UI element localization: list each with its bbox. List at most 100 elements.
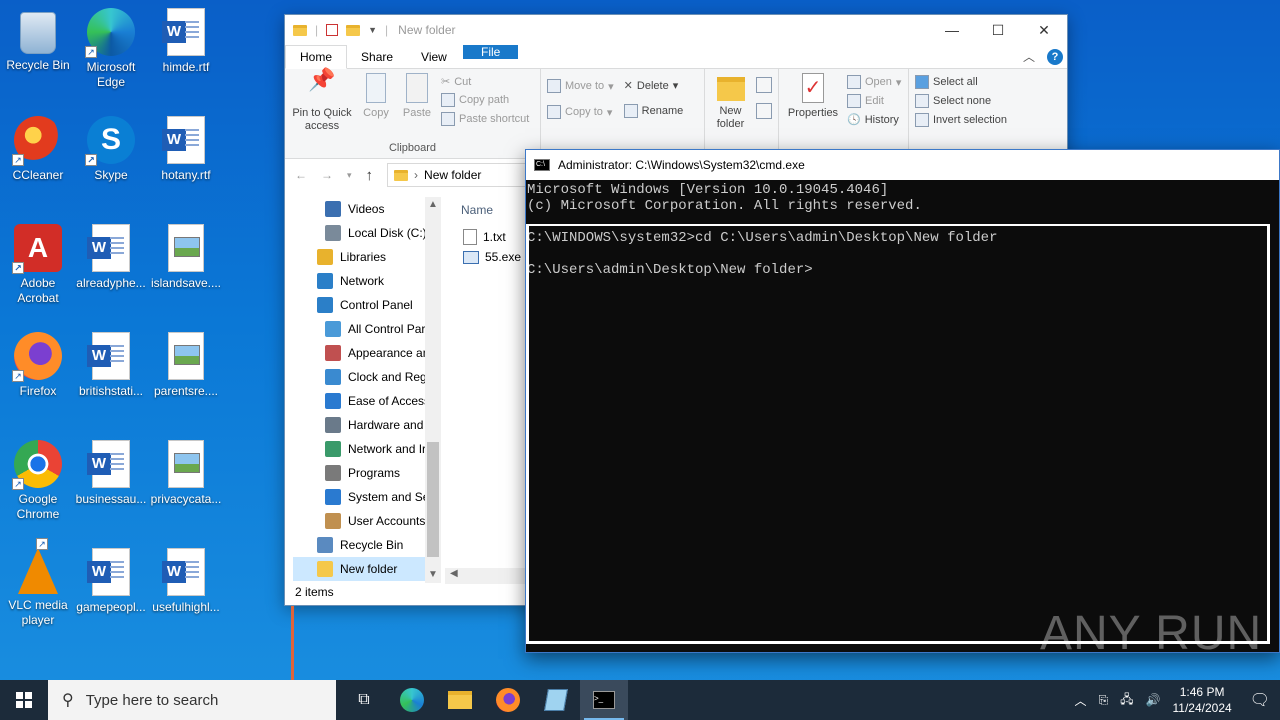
nav-scrollbar[interactable]: ▲ ▼ — [425, 197, 441, 583]
tab-view[interactable]: View — [407, 45, 461, 68]
invert-selection-button[interactable]: Invert selection — [915, 113, 1023, 127]
task-view-button[interactable]: ⧉ — [340, 680, 388, 720]
breadcrumb-chevron-icon[interactable]: › — [414, 168, 418, 182]
cmd-window[interactable]: C:\ Administrator: C:\Windows\System32\c… — [525, 149, 1280, 653]
nav-item[interactable]: All Control Par — [293, 317, 441, 341]
nav-item[interactable]: Network — [293, 269, 441, 293]
new-folder-qat-icon[interactable] — [346, 24, 361, 36]
pin-quick-access-button[interactable]: 📌 Pin to Quick access — [291, 69, 353, 142]
select-none-button[interactable]: Select none — [915, 94, 1023, 108]
column-header-name[interactable]: Name — [461, 203, 493, 217]
address-bar[interactable]: › New folder — [387, 163, 528, 187]
paste-button[interactable]: Paste — [399, 73, 435, 142]
nav-item[interactable]: Hardware and — [293, 413, 441, 437]
desktop-icon[interactable]: himde.rtf — [148, 8, 224, 75]
network-icon[interactable]: 🖧 — [1120, 690, 1133, 711]
nav-item[interactable]: Control Panel — [293, 293, 441, 317]
nav-item[interactable]: Recycle Bin — [293, 533, 441, 557]
desktop-icon[interactable]: privacycata... — [148, 440, 224, 507]
desktop-icon[interactable]: ↗ Google Chrome — [0, 440, 76, 522]
file-item[interactable]: 1.txt — [463, 229, 506, 245]
nav-item[interactable]: Libraries — [293, 245, 441, 269]
tab-home[interactable]: Home — [285, 45, 348, 69]
desktop-icon[interactable]: ↗ VLC media player — [0, 538, 76, 628]
scroll-down-icon[interactable]: ▼ — [425, 569, 441, 580]
move-to-button[interactable]: Move to ▾ — [547, 79, 614, 93]
maximize-button[interactable]: ☐ — [975, 15, 1021, 45]
forward-icon[interactable]: → — [321, 168, 333, 182]
desktop-icon[interactable]: A ↗ Adobe Acrobat — [0, 224, 76, 306]
taskbar-notepad-button[interactable] — [532, 680, 580, 720]
scroll-up-icon[interactable]: ▲ — [425, 199, 441, 210]
desktop-icon[interactable]: hotany.rtf — [148, 116, 224, 183]
close-button[interactable]: ✕ — [1021, 15, 1067, 45]
file-item[interactable]: 55.exe — [463, 250, 521, 264]
desktop-icon[interactable]: S ↗ Skype — [73, 116, 149, 183]
meet-now-icon[interactable]: ⎘ — [1099, 693, 1109, 708]
notifications-icon[interactable]: 🗨 — [1250, 690, 1270, 710]
desktop-icon[interactable]: ↗ Microsoft Edge — [73, 8, 149, 90]
select-all-button[interactable]: Select all — [915, 75, 1023, 89]
breadcrumb[interactable]: New folder — [424, 168, 481, 182]
desktop-icon[interactable]: ↗ Firefox — [0, 332, 76, 399]
cut-button[interactable]: ✂ Cut — [441, 75, 529, 89]
nav-item-icon — [325, 369, 341, 385]
show-hidden-icons-icon[interactable]: ︿ — [1075, 692, 1087, 709]
clock[interactable]: 1:46 PM 11/24/2024 — [1173, 684, 1232, 716]
cmd-titlebar[interactable]: C:\ Administrator: C:\Windows\System32\c… — [526, 150, 1279, 180]
help-icon[interactable]: ? — [1047, 48, 1063, 65]
nav-item[interactable]: Clock and Regi — [293, 365, 441, 389]
scroll-left-icon[interactable]: ◀ — [450, 568, 458, 579]
edit-button[interactable]: Edit — [847, 94, 901, 108]
paste-shortcut-button[interactable]: Paste shortcut — [441, 112, 529, 126]
nav-item[interactable]: System and Sec — [293, 485, 441, 509]
horizontal-scrollbar[interactable]: ◀ — [445, 568, 527, 584]
properties-button[interactable]: ✓ Properties — [785, 73, 841, 158]
copy-path-button[interactable]: Copy path — [441, 93, 529, 107]
nav-item[interactable]: Local Disk (C:) — [293, 221, 441, 245]
qat-dropdown-icon[interactable]: ▼ — [368, 25, 377, 35]
desktop-icon[interactable]: ↗ CCleaner — [0, 116, 76, 183]
desktop-icon[interactable]: Recycle Bin — [0, 8, 76, 73]
new-item-icon[interactable] — [756, 77, 772, 93]
taskbar-edge-button[interactable] — [388, 680, 436, 720]
taskbar-firefox-button[interactable] — [484, 680, 532, 720]
minimize-button[interactable]: — — [929, 15, 975, 45]
desktop-icon[interactable]: islandsave.... — [148, 224, 224, 291]
open-button[interactable]: Open ▾ — [847, 75, 901, 89]
copy-to-button[interactable]: Copy to ▾ — [547, 105, 614, 119]
volume-icon[interactable]: 🔊 — [1146, 693, 1161, 707]
desktop-icon[interactable]: parentsre.... — [148, 332, 224, 399]
desktop-icon[interactable]: usefulhighl... — [148, 548, 224, 615]
desktop-icon[interactable]: britishstati... — [73, 332, 149, 399]
desktop-icon[interactable]: businessau... — [73, 440, 149, 507]
collapse-ribbon-icon[interactable]: ︿ — [1023, 48, 1035, 65]
explorer-titlebar[interactable]: | ▼ | New folder — ☐ ✕ — [285, 15, 1067, 45]
tab-file[interactable]: File — [463, 45, 519, 59]
start-button[interactable] — [0, 680, 48, 720]
taskbar-cmd-button[interactable]: >_ — [580, 680, 628, 720]
nav-item[interactable]: Ease of Access — [293, 389, 441, 413]
delete-button[interactable]: ✕ Delete ▾ — [624, 79, 684, 93]
desktop-icon[interactable]: alreadyphe... — [73, 224, 149, 291]
tab-share[interactable]: Share — [347, 45, 407, 68]
history-button[interactable]: 🕓 History — [847, 113, 901, 127]
taskbar-search-box[interactable]: ⚲ Type here to search — [48, 680, 336, 720]
new-folder-button[interactable]: New folder — [711, 73, 750, 158]
taskbar-explorer-button[interactable] — [436, 680, 484, 720]
nav-item[interactable]: Videos — [293, 197, 441, 221]
recent-dropdown-icon[interactable]: ▾ — [347, 170, 352, 181]
copy-button[interactable]: Copy — [359, 73, 393, 142]
back-icon[interactable]: ← — [295, 168, 307, 182]
nav-item[interactable]: New folder — [293, 557, 441, 581]
easy-access-icon[interactable] — [756, 103, 772, 119]
nav-item[interactable]: User Accounts — [293, 509, 441, 533]
rename-button[interactable]: Rename — [623, 104, 683, 118]
desktop-icon[interactable]: gamepeopl... — [73, 548, 149, 615]
nav-item[interactable]: Appearance an — [293, 341, 441, 365]
nav-item[interactable]: Programs — [293, 461, 441, 485]
scrollbar-thumb[interactable] — [427, 442, 439, 557]
nav-item[interactable]: Network and Ir — [293, 437, 441, 461]
properties-check-icon[interactable] — [326, 24, 339, 36]
up-icon[interactable]: ↑ — [366, 167, 374, 184]
